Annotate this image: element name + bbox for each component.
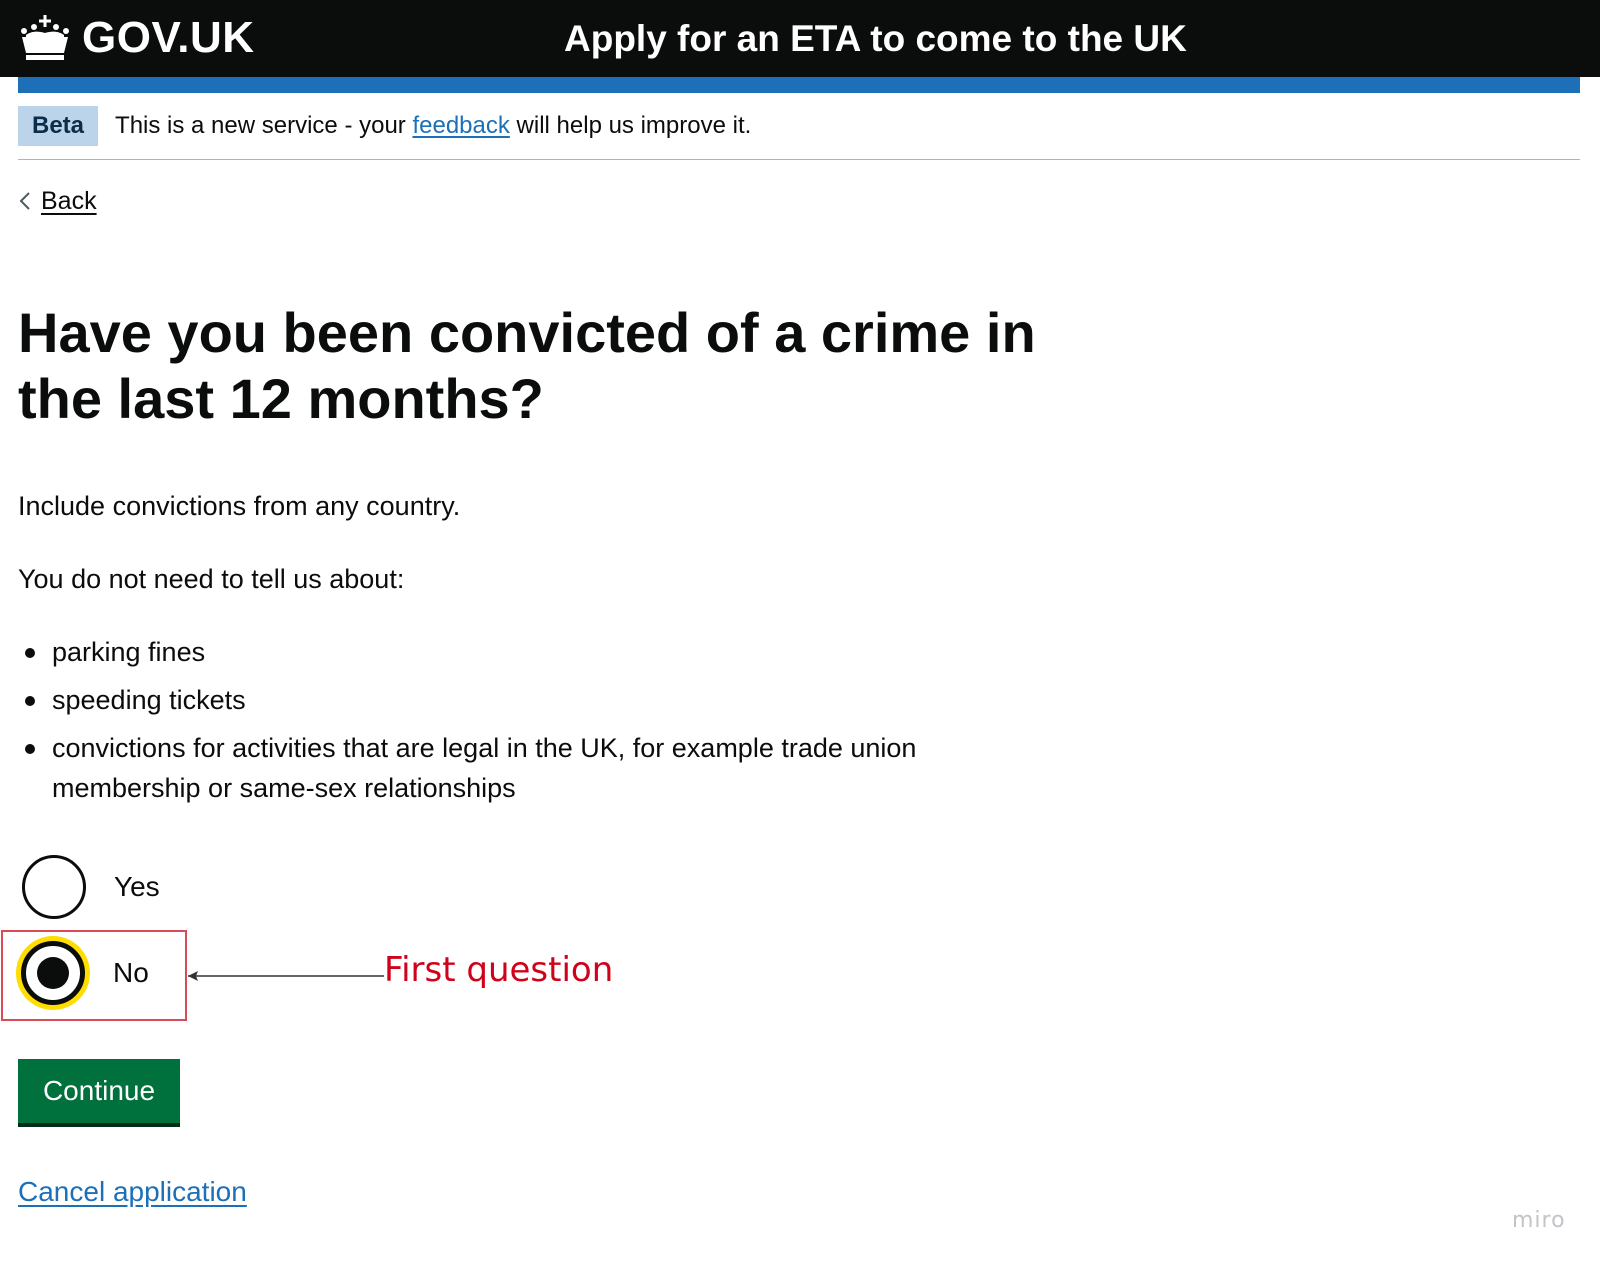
- chevron-left-icon: [18, 190, 32, 212]
- header-blue-bar: [18, 77, 1580, 93]
- list-item: speeding tickets: [18, 680, 1058, 720]
- phase-text-after: will help us improve it.: [516, 112, 752, 139]
- annotation-arrow-icon: [188, 971, 384, 981]
- radio-yes-label[interactable]: Yes: [114, 871, 160, 903]
- exclusions-intro: You do not need to tell us about:: [18, 564, 405, 594]
- exclusions-list: parking fines speeding tickets convictio…: [18, 632, 1058, 816]
- site-header: GOV.UK Apply for an ETA to come to the U…: [0, 0, 1600, 77]
- page: GOV.UK Apply for an ETA to come to the U…: [0, 0, 1600, 1265]
- phase-text-before: This is a new service - your: [115, 112, 406, 139]
- hint-text: Include convictions from any country.: [18, 491, 461, 521]
- list-item: parking fines: [18, 632, 1058, 672]
- service-name[interactable]: Apply for an ETA to come to the UK: [564, 14, 1187, 62]
- annotation-label: First question: [384, 950, 614, 990]
- continue-button[interactable]: Continue: [18, 1059, 180, 1123]
- crown-icon: [18, 13, 72, 63]
- govuk-logo-text: GOV.UK: [82, 13, 255, 62]
- radio-yes[interactable]: Yes: [22, 855, 160, 919]
- phase-banner: Beta This is a new service - your feedba…: [18, 106, 1580, 160]
- cancel-application-link[interactable]: Cancel application: [18, 1172, 247, 1212]
- page-title: Have you been convicted of a crime in th…: [18, 301, 1036, 430]
- miro-watermark: miro: [1512, 1208, 1566, 1233]
- beta-tag: Beta: [18, 106, 99, 146]
- back-link[interactable]: Back: [18, 184, 97, 218]
- radio-yes-input[interactable]: [22, 855, 86, 919]
- phase-banner-text: This is a new service - your feedback wi…: [115, 106, 751, 146]
- back-link-label: Back: [41, 186, 97, 215]
- feedback-link[interactable]: feedback: [412, 112, 509, 139]
- annotation-highlight-box: [1, 930, 187, 1021]
- govuk-logo-link[interactable]: GOV.UK: [18, 6, 255, 70]
- list-item: convictions for activities that are lega…: [18, 728, 1058, 808]
